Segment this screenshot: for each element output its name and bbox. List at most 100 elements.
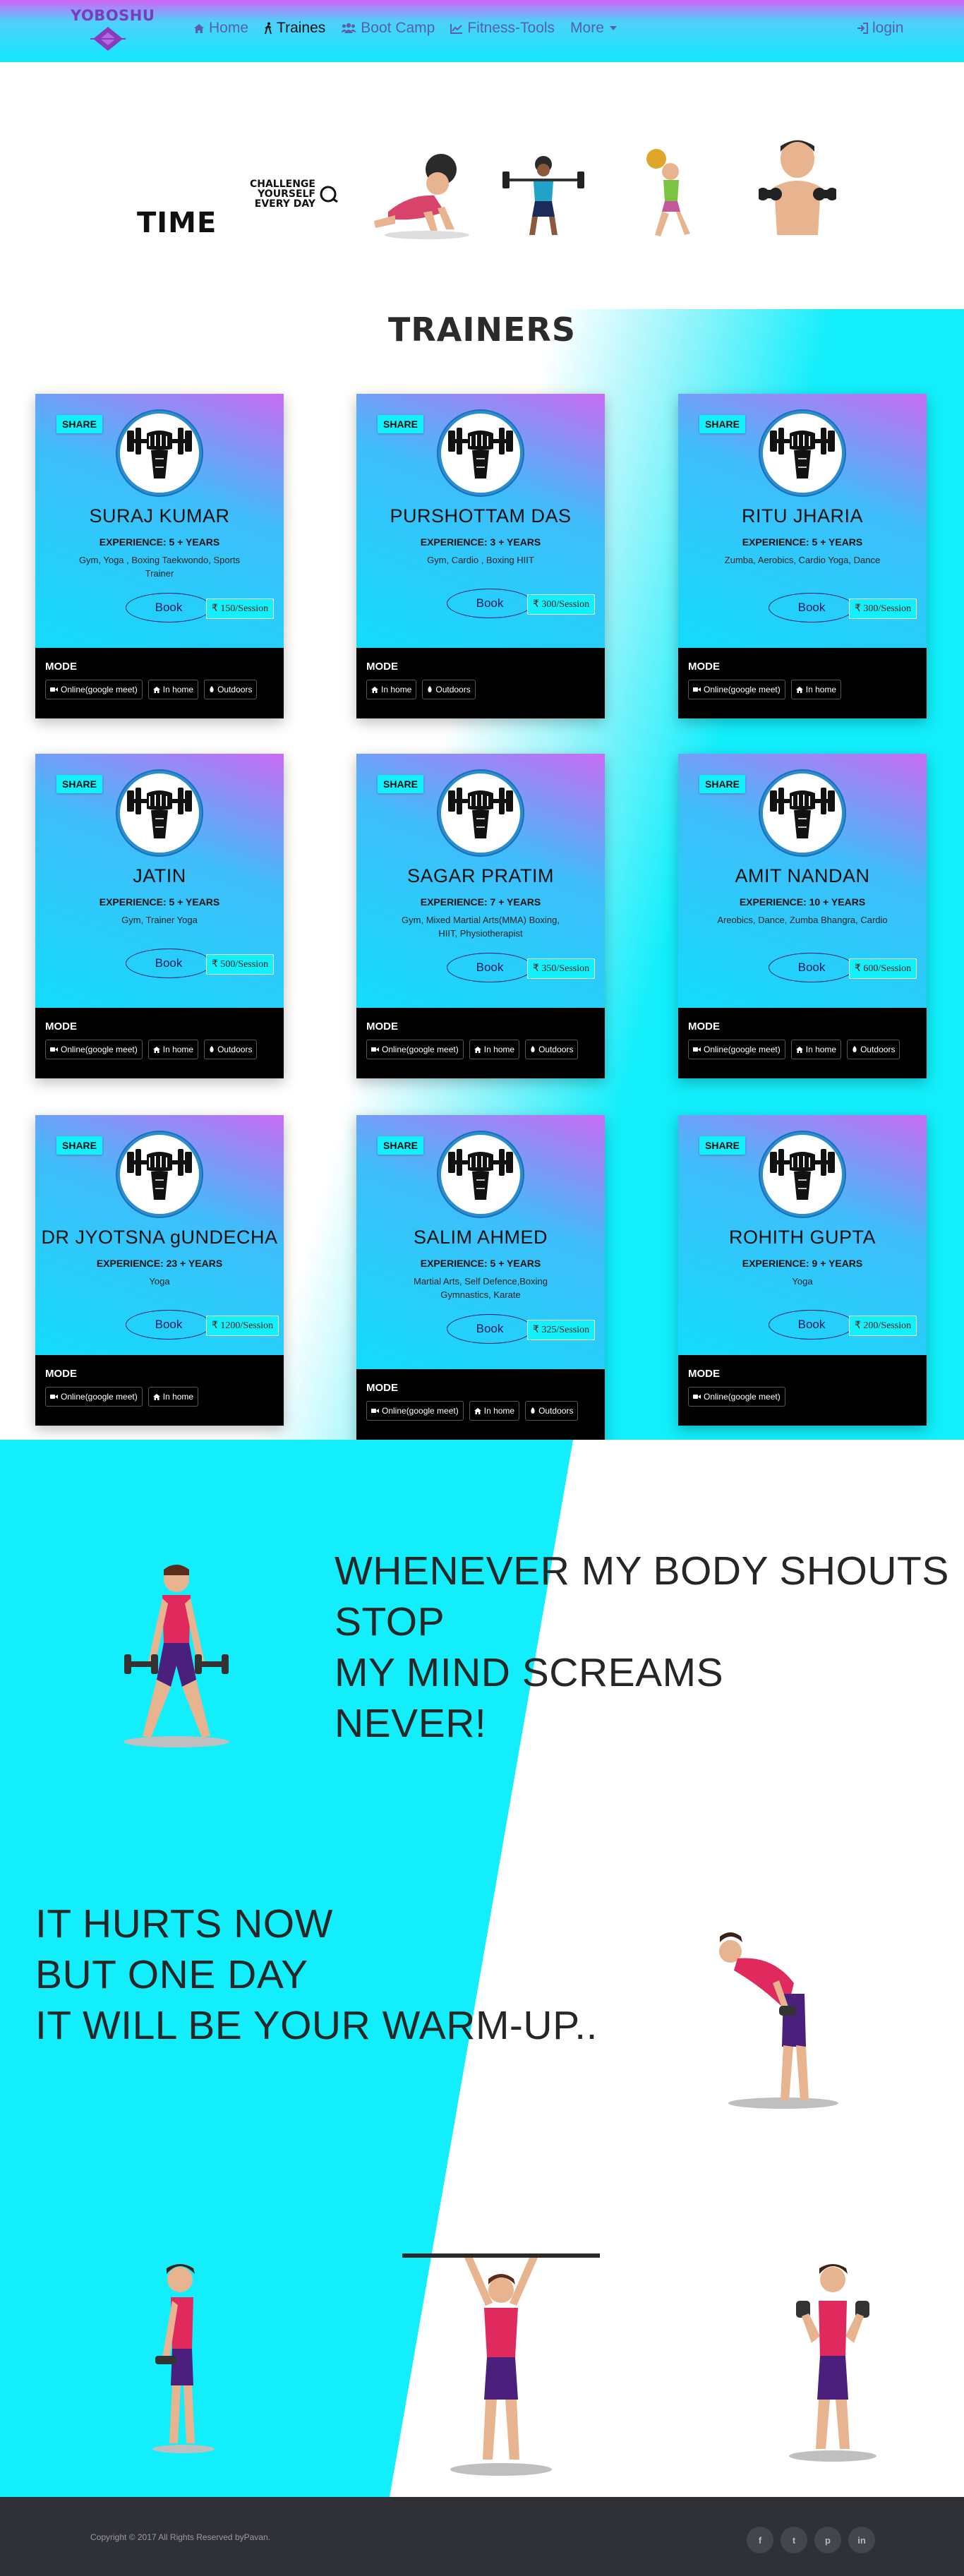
linkedin-link[interactable]: in	[848, 2527, 875, 2553]
nav-more-dropdown[interactable]: More	[570, 20, 617, 37]
trainer-card-header: SHARE SAGAR PRATIM EXPERIENCE: 7 + YEARS Gy…	[356, 754, 605, 1008]
book-button[interactable]: Book	[447, 589, 533, 618]
trainer-card-header: SHARE RITU JHARIA EXPERIENCE: 5 + YEARS Zum…	[678, 394, 927, 648]
share-button[interactable]: SHARE	[699, 1136, 746, 1155]
dumbbell-press-man-illustration	[789, 2264, 876, 2462]
mode-tag[interactable]: Online(google meet)	[688, 1387, 785, 1407]
mode-tag[interactable]: Online(google meet)	[366, 1401, 464, 1421]
mode-tag[interactable]: In home	[147, 1387, 199, 1407]
mode-tag[interactable]: In home	[147, 680, 199, 699]
mode-tag[interactable]: Online(google meet)	[45, 1040, 143, 1059]
nav-fitness-tools-label: Fitness-Tools	[467, 20, 555, 36]
facebook-link[interactable]: f	[747, 2527, 773, 2553]
pinterest-link[interactable]: p	[814, 2527, 841, 2553]
nav-traines[interactable]: Traines	[264, 20, 325, 37]
mode-tag-label: Online(google meet)	[61, 1045, 138, 1054]
trainer-skills: Gym, Yoga , Boxing Taekwondo, Sports Tra…	[78, 555, 241, 579]
chevron-down-icon	[609, 26, 617, 30]
home-icon	[474, 1046, 481, 1053]
quote-line: STOP	[335, 1599, 445, 1644]
leaf-icon	[852, 1046, 857, 1052]
trainer-card-header: SHARE DR JYOTSNA gUNDECHA EXPERIENCE: 23 +…	[35, 1115, 284, 1355]
nav-fitness-tools[interactable]: Fitness-Tools	[450, 20, 555, 37]
trainer-card: SHARE AMIT NANDAN EXPERIENCE: 10 + YEARS Ar…	[678, 754, 927, 1078]
trainer-skills: Martial Arts, Self Defence,Boxing Gymnas…	[413, 1276, 548, 1300]
mode-tags: Online(google meet)	[688, 1387, 917, 1407]
mode-tag[interactable]: In home	[790, 680, 842, 699]
dumbbell-squat-man-illustration	[123, 1565, 229, 1747]
twitter-link[interactable]: t	[781, 2527, 807, 2553]
video-camera-icon	[693, 1047, 701, 1052]
share-button[interactable]: SHARE	[699, 775, 746, 793]
mode-tag[interactable]: In home	[147, 1040, 199, 1059]
video-camera-icon	[50, 687, 58, 692]
mode-tag[interactable]: Outdoors	[204, 1040, 258, 1059]
mode-tag[interactable]: Outdoors	[204, 680, 258, 699]
quote-motivation-1: WHENEVER MY BODY SHOUTS STOP MY MIND SCR…	[335, 1546, 949, 1749]
trainer-card: SHARE PURSHOTTAM DAS EXPERIENCE: 3 + YEARS…	[356, 394, 605, 718]
mode-tag[interactable]: Online(google meet)	[688, 1040, 785, 1059]
mode-tag[interactable]: In home	[790, 1040, 842, 1059]
pinterest-icon: p	[825, 2534, 831, 2546]
book-button[interactable]: Book	[126, 949, 212, 978]
book-button[interactable]: Book	[126, 1310, 212, 1340]
book-button[interactable]: Book	[126, 593, 212, 622]
home-icon	[371, 686, 378, 693]
book-button[interactable]: Book	[447, 953, 533, 982]
session-price: ₹ 300/Session	[849, 598, 917, 619]
mode-tags: In home Outdoors	[366, 680, 595, 699]
mode-tag-label: Outdoors	[217, 1045, 253, 1054]
book-button[interactable]: Book	[447, 1314, 533, 1344]
trainer-card-modes: MODE Online(google meet) In home	[678, 648, 927, 718]
mode-tag[interactable]: In home	[469, 1401, 520, 1421]
mode-tag[interactable]: Outdoors	[525, 1401, 579, 1421]
mode-tag[interactable]: Online(google meet)	[688, 680, 785, 699]
video-camera-icon	[693, 687, 701, 692]
session-price: ₹ 500/Session	[206, 954, 275, 975]
users-icon	[341, 23, 357, 33]
mode-tag[interactable]: In home	[469, 1040, 520, 1059]
share-button[interactable]: SHARE	[56, 1136, 103, 1155]
share-button[interactable]: SHARE	[378, 775, 424, 793]
trainer-name: AMIT NANDAN	[735, 865, 870, 886]
mode-tag[interactable]: Outdoors	[422, 680, 476, 699]
share-button[interactable]: SHARE	[56, 415, 103, 433]
mode-tag[interactable]: In home	[366, 680, 417, 699]
login-link[interactable]: login	[857, 20, 903, 37]
trainer-skills: Areobics, Dance, Zumba Bhangra, Cardio	[717, 915, 888, 925]
brand-logo[interactable]: YOBOSHU	[71, 7, 155, 52]
book-button[interactable]: Book	[769, 593, 855, 622]
book-button[interactable]: Book	[769, 1310, 855, 1340]
mode-tags: Online(google meet) In home Outdoors	[366, 1401, 595, 1421]
mode-tag[interactable]: Online(google meet)	[366, 1040, 464, 1059]
dumbbell-fist-logo-icon	[448, 428, 513, 479]
mode-tag[interactable]: Outdoors	[525, 1040, 579, 1059]
mode-tag[interactable]: Online(google meet)	[45, 1387, 143, 1407]
trainer-card-modes: MODE Online(google meet) In home Outdoors	[678, 1008, 927, 1078]
trainer-avatar	[438, 411, 523, 495]
dumbbell-fist-logo-icon	[127, 788, 192, 838]
nav-home-label: Home	[209, 20, 249, 36]
trainer-experience: EXPERIENCE: 7 + YEARS	[420, 896, 541, 908]
mode-tag-label: In home	[162, 685, 194, 694]
home-icon	[152, 1046, 160, 1053]
nav-boot-camp[interactable]: Boot Camp	[341, 20, 435, 37]
mode-tag[interactable]: Online(google meet)	[45, 680, 143, 699]
video-camera-icon	[50, 1047, 58, 1052]
sign-in-icon	[857, 23, 868, 34]
trainer-card-header: SHARE AMIT NANDAN EXPERIENCE: 10 + YEARS Ar…	[678, 754, 927, 1008]
hero-challenge-text: CHALLENGE YOURSELF EVERY DAY	[238, 179, 315, 209]
trainer-skills: Yoga	[792, 1276, 813, 1287]
book-button[interactable]: Book	[769, 953, 855, 982]
share-button[interactable]: SHARE	[378, 1136, 424, 1155]
trainer-card-modes: MODE Online(google meet)	[678, 1355, 927, 1426]
dumbbell-fist-logo-icon	[127, 1149, 192, 1200]
trainer-card-modes: MODE Online(google meet) In home	[35, 1355, 284, 1426]
mode-label: MODE	[45, 1368, 77, 1380]
nav-home[interactable]: Home	[193, 20, 248, 37]
mode-tag[interactable]: Outdoors	[847, 1040, 900, 1059]
share-button[interactable]: SHARE	[699, 415, 746, 433]
share-button[interactable]: SHARE	[56, 775, 103, 793]
copyright-text: Copyright © 2017 All Rights Reserved byP…	[90, 2532, 270, 2542]
share-button[interactable]: SHARE	[378, 415, 424, 433]
